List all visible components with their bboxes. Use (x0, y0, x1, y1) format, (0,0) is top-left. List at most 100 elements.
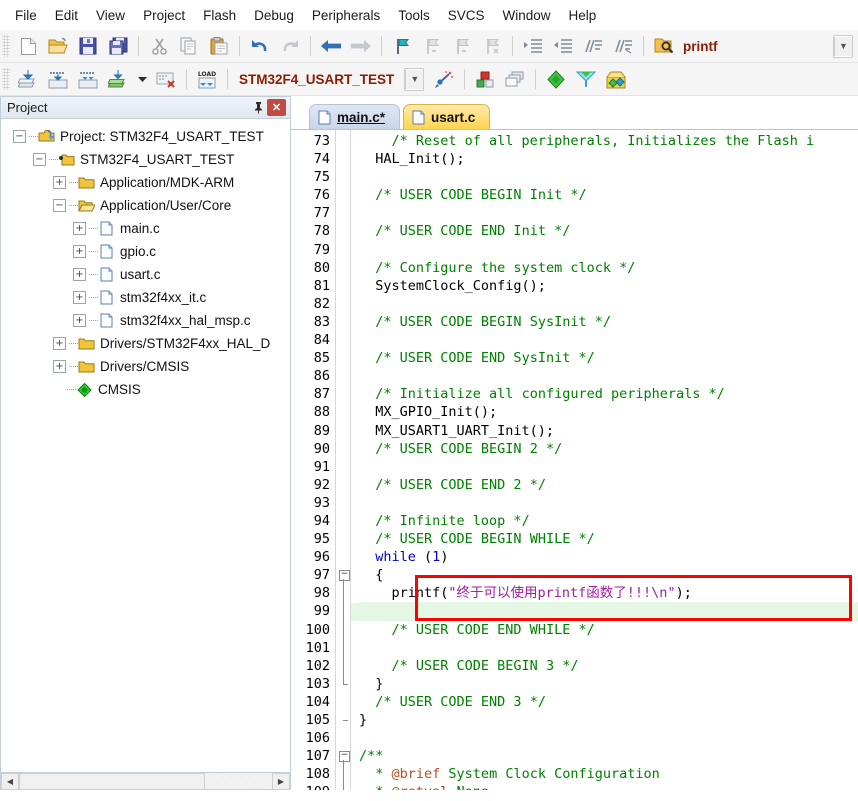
code-line[interactable]: { (359, 566, 858, 584)
close-icon[interactable]: ✕ (267, 99, 286, 116)
code-line[interactable] (359, 367, 858, 385)
navigate-forward-icon[interactable] (347, 32, 375, 60)
code-line[interactable] (359, 241, 858, 259)
find-in-files-icon[interactable] (650, 32, 678, 60)
bookmark-next-icon[interactable] (448, 32, 476, 60)
code-line[interactable]: /* Initialize all configured peripherals… (359, 385, 858, 403)
code-line[interactable] (359, 168, 858, 186)
code-line[interactable]: /* USER CODE BEGIN 3 */ (359, 657, 858, 675)
copy-icon[interactable] (175, 32, 203, 60)
code-line[interactable]: /* USER CODE END 2 */ (359, 476, 858, 494)
code-line[interactable] (359, 295, 858, 313)
expand-icon[interactable]: + (73, 314, 86, 327)
tree-item-application-user-core[interactable]: − Application/User/Core (5, 194, 290, 217)
menu-item-edit[interactable]: Edit (46, 4, 87, 27)
configuration-wizard-icon[interactable] (572, 65, 600, 93)
code-line[interactable]: printf("终于可以使用printf函数了!!!\n"); (359, 584, 858, 602)
batch-build-dropdown-icon[interactable] (134, 65, 150, 93)
translate-icon[interactable] (14, 65, 42, 93)
code-line[interactable] (359, 331, 858, 349)
toolbar-grip[interactable] (2, 68, 10, 90)
editor-tab-main-c-[interactable]: main.c* (309, 104, 401, 129)
expand-icon[interactable]: + (73, 245, 86, 258)
target-combo-value[interactable]: STM32F4_USART_TEST (239, 72, 394, 87)
manage-project-items-icon[interactable] (471, 65, 499, 93)
code-line[interactable]: /* USER CODE END SysInit */ (359, 349, 858, 367)
code-line[interactable]: } (359, 711, 858, 729)
build-icon[interactable] (44, 65, 72, 93)
stop-build-icon[interactable] (152, 65, 180, 93)
collapse-icon[interactable]: − (13, 130, 26, 143)
expand-icon[interactable]: + (73, 268, 86, 281)
open-file-icon[interactable] (44, 32, 72, 60)
project-tree-hscrollbar[interactable]: ◀ ▶ (0, 772, 291, 790)
scroll-left-arrow-icon[interactable]: ◀ (1, 772, 19, 790)
pin-icon[interactable] (249, 99, 267, 117)
menu-item-tools[interactable]: Tools (389, 4, 439, 27)
code-line[interactable]: MX_USART1_UART_Init(); (359, 422, 858, 440)
tree-item-gpio-c[interactable]: + gpio.c (5, 240, 290, 263)
code-line[interactable]: /* Infinite loop */ (359, 512, 858, 530)
project-tree[interactable]: − Project: STM32F4_USART_TEST − STM32F4_USA… (0, 118, 291, 773)
find-combo-value[interactable]: printf (683, 39, 718, 54)
menu-item-help[interactable]: Help (560, 4, 606, 27)
expand-icon[interactable]: + (53, 337, 66, 350)
bookmark-toggle-icon[interactable] (388, 32, 416, 60)
target-options-icon[interactable] (430, 65, 458, 93)
tree-item-project-stm32f4-usart-test[interactable]: − Project: STM32F4_USART_TEST (5, 125, 290, 148)
new-file-icon[interactable] (14, 32, 42, 60)
tree-item-drivers-stm32f4xx-hal-d[interactable]: + Drivers/STM32F4xx_HAL_D (5, 332, 290, 355)
bookmark-prev-icon[interactable] (418, 32, 446, 60)
code-editor[interactable]: 73 74 75 76 77 78 79 80 81 82 83 84 85 86 87 88 89 90 91 92… (291, 129, 858, 790)
save-icon[interactable] (74, 32, 102, 60)
code-line[interactable]: /* USER CODE BEGIN SysInit */ (359, 313, 858, 331)
code-line[interactable] (359, 204, 858, 222)
code-line[interactable]: * @brief System Clock Configuration (359, 765, 858, 783)
fold-collapse-icon[interactable]: − (339, 751, 350, 763)
navigate-back-icon[interactable] (317, 32, 345, 60)
toolbar-grip[interactable] (2, 35, 10, 57)
batch-build-icon[interactable] (104, 65, 132, 93)
menu-item-debug[interactable]: Debug (245, 4, 303, 27)
code-line[interactable]: HAL_Init(); (359, 150, 858, 168)
code-line[interactable] (359, 458, 858, 476)
pack-installer-icon[interactable] (542, 65, 570, 93)
tree-item-drivers-cmsis[interactable]: + Drivers/CMSIS (5, 355, 290, 378)
target-combo-dropdown[interactable]: ▼ (404, 67, 425, 91)
hscroll-thumb[interactable] (19, 772, 205, 790)
redo-icon[interactable] (276, 32, 304, 60)
download-icon[interactable]: LOAD (193, 65, 221, 93)
manage-run-time-env-icon[interactable] (501, 65, 529, 93)
tree-item-usart-c[interactable]: + usart.c (5, 263, 290, 286)
undo-icon[interactable] (246, 32, 274, 60)
tree-item-stm32f4-usart-test[interactable]: − STM32F4_USART_TEST (5, 148, 290, 171)
tree-item-cmsis[interactable]: CMSIS (5, 378, 290, 401)
menu-item-svcs[interactable]: SVCS (439, 4, 494, 27)
code-line[interactable] (359, 639, 858, 657)
software-packs-icon[interactable] (602, 65, 630, 93)
code-line[interactable]: * @retval None (359, 783, 858, 790)
expand-icon[interactable]: + (73, 222, 86, 235)
code-line[interactable]: MX_GPIO_Init(); (359, 403, 858, 421)
code-line[interactable] (359, 494, 858, 512)
fold-margin[interactable]: −−− (335, 130, 351, 790)
tree-item-main-c[interactable]: + main.c (5, 217, 290, 240)
cut-icon[interactable] (145, 32, 173, 60)
code-line[interactable]: /* USER CODE BEGIN 2 */ (359, 440, 858, 458)
code-line[interactable]: /* Configure the system clock */ (359, 259, 858, 277)
collapse-icon[interactable]: − (33, 153, 46, 166)
fold-collapse-icon[interactable]: − (339, 570, 350, 582)
editor-tab-usart-c[interactable]: usart.c (403, 104, 491, 129)
expand-icon[interactable]: + (53, 176, 66, 189)
scroll-right-arrow-icon[interactable]: ▶ (272, 772, 290, 790)
paste-icon[interactable] (205, 32, 233, 60)
hscroll-track[interactable] (205, 773, 272, 789)
menu-item-flash[interactable]: Flash (194, 4, 245, 27)
menu-item-file[interactable]: File (6, 4, 46, 27)
code-line[interactable]: /* USER CODE BEGIN Init */ (359, 186, 858, 204)
code-line[interactable]: /** (359, 747, 858, 765)
outdent-icon[interactable] (549, 32, 577, 60)
collapse-icon[interactable]: − (53, 199, 66, 212)
code-line[interactable]: SystemClock_Config(); (359, 277, 858, 295)
tree-item-application-mdk-arm[interactable]: + Application/MDK-ARM (5, 171, 290, 194)
